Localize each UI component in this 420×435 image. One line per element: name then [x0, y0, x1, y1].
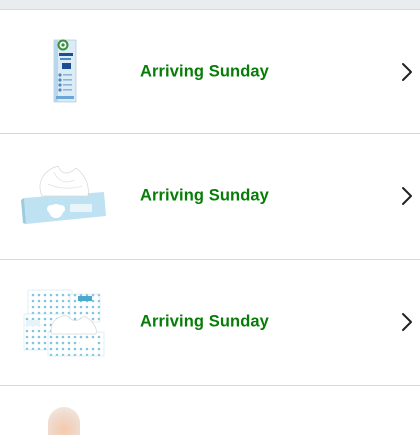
chevron-right-icon[interactable] [400, 61, 414, 83]
divider [0, 385, 420, 386]
chevron-right-icon[interactable] [400, 311, 414, 333]
eye-drops-box-image [18, 30, 110, 114]
chevron-right-icon[interactable] [400, 185, 414, 207]
order-row-3[interactable]: Arriving Sunday [0, 260, 420, 383]
delivery-status: Arriving Sunday [140, 312, 269, 330]
tissue-multipack-image [18, 280, 110, 364]
delivery-status: Arriving Sunday [140, 186, 269, 204]
order-row-1[interactable]: Arriving Sunday [0, 10, 420, 133]
facial-tissue-box-image [18, 154, 110, 238]
order-row-2[interactable]: Arriving Sunday [0, 134, 420, 257]
next-product-image-partial [48, 407, 80, 435]
top-strip [0, 0, 420, 9]
delivery-status: Arriving Sunday [140, 62, 269, 80]
